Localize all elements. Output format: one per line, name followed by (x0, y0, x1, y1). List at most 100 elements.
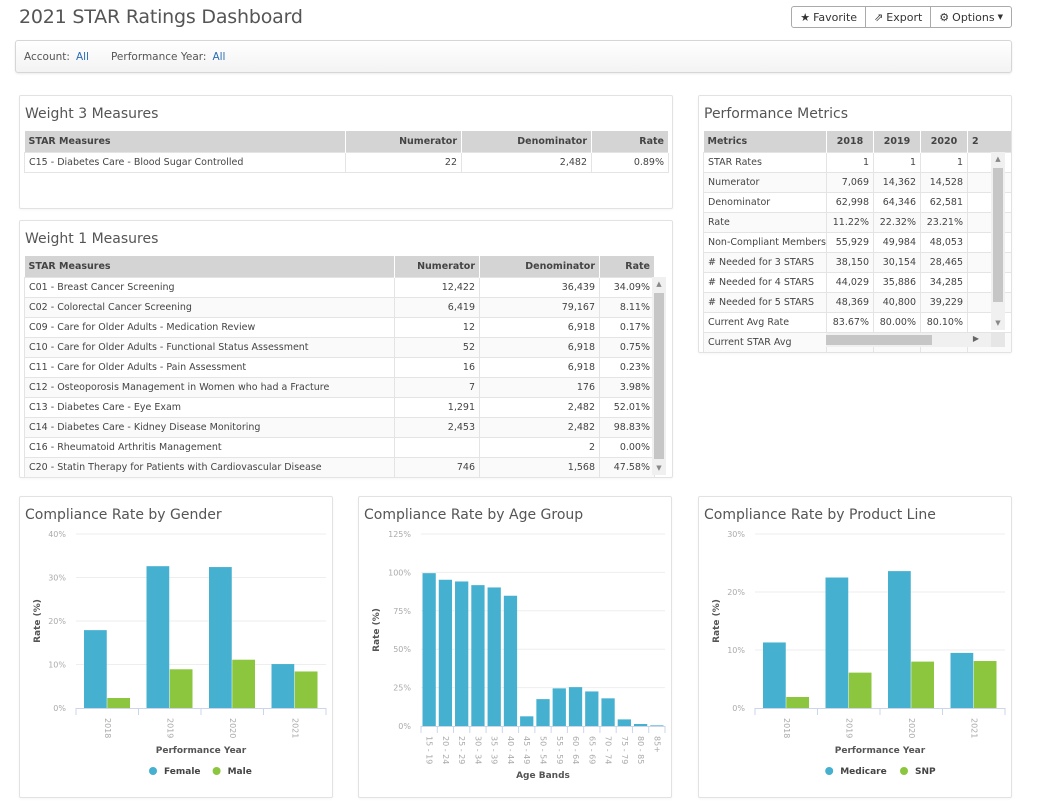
table-row[interactable]: C02 - Colorectal Cancer Screening 6,419 79… (24, 296, 655, 318)
scroll-thumb[interactable] (993, 168, 1003, 302)
column-header[interactable]: 2 (967, 131, 1011, 152)
bar-male (294, 671, 318, 708)
table-row[interactable]: STAR Rates 1 1 1 (703, 151, 1011, 173)
scroll-thumb[interactable] (826, 335, 932, 345)
options-button[interactable]: ⚙ Options ▼ (930, 6, 1012, 28)
table-cell (967, 211, 1011, 233)
column-header[interactable]: Denominator (461, 131, 592, 152)
table-cell: 176 (479, 376, 600, 398)
table-cell: 0.23% (599, 356, 655, 378)
table-cell: 6,918 (479, 316, 600, 338)
table-cell: C14 - Diabetes Care - Kidney Disease Mon… (24, 416, 395, 438)
column-header[interactable]: 2019 (873, 131, 921, 152)
scroll-down-arrow-icon[interactable]: ▼ (652, 464, 666, 472)
table-row[interactable]: C16 - Rheumatoid Arthritis Management 2 0.… (24, 436, 655, 458)
table-cell: 52.01% (599, 396, 655, 418)
table-row[interactable]: C09 - Care for Older Adults - Medication… (24, 316, 655, 338)
table-cell: 1 (920, 151, 968, 173)
table-row[interactable]: C12 - Osteoporosis Management in Women w… (24, 376, 655, 398)
y-tick-label: 25% (393, 684, 411, 693)
favorite-button[interactable]: ★ Favorite (791, 6, 867, 28)
table-cell: 35,886 (873, 271, 921, 293)
table-cell (967, 231, 1011, 253)
y-tick-label: 75% (393, 607, 411, 616)
scroll-up-arrow-icon[interactable]: ▲ (991, 155, 1005, 163)
table-row[interactable]: Rate 11.22% 22.32% 23.21% (703, 211, 1011, 233)
table-row[interactable]: C01 - Breast Cancer Screening 12,422 36,43… (24, 276, 655, 298)
table-cell: 11.22% (826, 211, 874, 233)
scroll-down-arrow-icon[interactable]: ▼ (991, 319, 1005, 327)
table-cell: 8.11% (599, 296, 655, 318)
weight1-vertical-scrollbar[interactable]: ▲ ▼ (652, 277, 666, 475)
account-filter-value[interactable]: All (76, 51, 89, 63)
table-row[interactable]: C20 - Statin Therapy for Patients with C… (24, 456, 655, 478)
table-row[interactable]: # Needed for 4 STARS 44,029 35,886 34,285 (703, 271, 1011, 293)
table-cell: C20 - Statin Therapy for Patients with C… (24, 456, 395, 478)
bar-male (169, 669, 193, 708)
column-header[interactable]: Rate (599, 256, 655, 277)
table-row[interactable]: Non-Compliant Members 55,929 49,984 48,053 (703, 231, 1011, 253)
table-cell: 14,362 (873, 171, 921, 193)
bar-rate (536, 699, 550, 726)
year-filter-value[interactable]: All (212, 51, 225, 63)
scroll-right-arrow-icon[interactable]: ▶ (973, 334, 979, 343)
bar-medicare (950, 652, 974, 708)
bar-male (232, 659, 255, 708)
scroll-corner (991, 333, 1005, 347)
column-header[interactable]: Numerator (345, 131, 462, 152)
year-filter-label: Performance Year: (110, 50, 207, 63)
column-header[interactable]: 2020 (920, 131, 968, 152)
column-header[interactable]: STAR Measures (24, 256, 395, 277)
table-cell (967, 311, 1011, 333)
metrics-horizontal-scrollbar[interactable]: ▶ (826, 333, 991, 347)
y-axis-title: Rate (%) (712, 599, 722, 643)
column-header[interactable]: 2018 (826, 131, 874, 152)
bar-medicare (888, 571, 911, 708)
table-row[interactable]: Numerator 7,069 14,362 14,528 (703, 171, 1011, 193)
table-cell: 83.67% (826, 311, 874, 333)
y-tick-label: 0% (53, 704, 66, 713)
legend-item-snp: SNP (915, 767, 936, 777)
column-header[interactable]: Rate (591, 131, 669, 152)
column-header[interactable]: Denominator (479, 256, 600, 277)
bar-snp (911, 661, 934, 708)
table-cell: 7 (394, 376, 480, 398)
scroll-thumb[interactable] (654, 293, 664, 459)
y-tick-label: 30% (48, 574, 66, 583)
table-cell (967, 271, 1011, 293)
x-axis-title: Age Bands (516, 771, 570, 781)
x-tick-label: 55 - 59 (555, 736, 564, 764)
table-cell: 0.00% (599, 436, 655, 458)
table-row[interactable]: C10 - Care for Older Adults - Functional… (24, 336, 655, 358)
table-row[interactable]: Current Avg Rate 83.67% 80.00% 80.10% (703, 311, 1011, 333)
x-tick-label: 2020 (907, 718, 916, 738)
table-row[interactable]: C14 - Diabetes Care - Kidney Disease Mon… (24, 416, 655, 438)
table-row[interactable]: C15 - Diabetes Care - Blood Sugar Contro… (24, 151, 669, 173)
age-chart: 0% 25% 50% 75% 100% 125% 15 - 19 20 - 24 25 - 29… (372, 530, 666, 781)
table-row[interactable]: C13 - Diabetes Care - Eye Exam 1,291 2,482… (24, 396, 655, 418)
metrics-vertical-scrollbar[interactable]: ▲ ▼ (991, 152, 1005, 330)
bar-rate (617, 719, 631, 726)
column-header[interactable]: Numerator (394, 256, 480, 277)
table-cell: 0.17% (599, 316, 655, 338)
scroll-up-arrow-icon[interactable]: ▲ (652, 280, 666, 288)
table-cell: 52 (394, 336, 480, 358)
table-cell: 39,229 (920, 291, 968, 313)
table-row[interactable]: # Needed for 5 STARS 48,369 40,800 39,229 (703, 291, 1011, 313)
table-cell: C02 - Colorectal Cancer Screening (24, 296, 395, 318)
export-button[interactable]: ⇗ Export (865, 6, 932, 28)
export-label: Export (886, 10, 923, 24)
weight1-title: Weight 1 Measures (25, 231, 159, 247)
x-tick-label: 40 - 44 (506, 736, 515, 764)
bar-rate (520, 716, 534, 726)
table-cell: 2,482 (461, 151, 592, 173)
table-row[interactable]: C11 - Care for Older Adults - Pain Asses… (24, 356, 655, 378)
legend-item-male: Male (228, 767, 252, 777)
x-tick-label: 75 - 79 (620, 736, 629, 764)
y-tick-label: 50% (393, 645, 411, 654)
column-header[interactable]: Metrics (703, 131, 827, 152)
table-row[interactable]: Denominator 62,998 64,346 62,581 (703, 191, 1011, 213)
column-header[interactable]: STAR Measures (24, 131, 346, 152)
table-cell: Denominator (703, 191, 827, 213)
table-row[interactable]: # Needed for 3 STARS 38,150 30,154 28,465 (703, 251, 1011, 273)
